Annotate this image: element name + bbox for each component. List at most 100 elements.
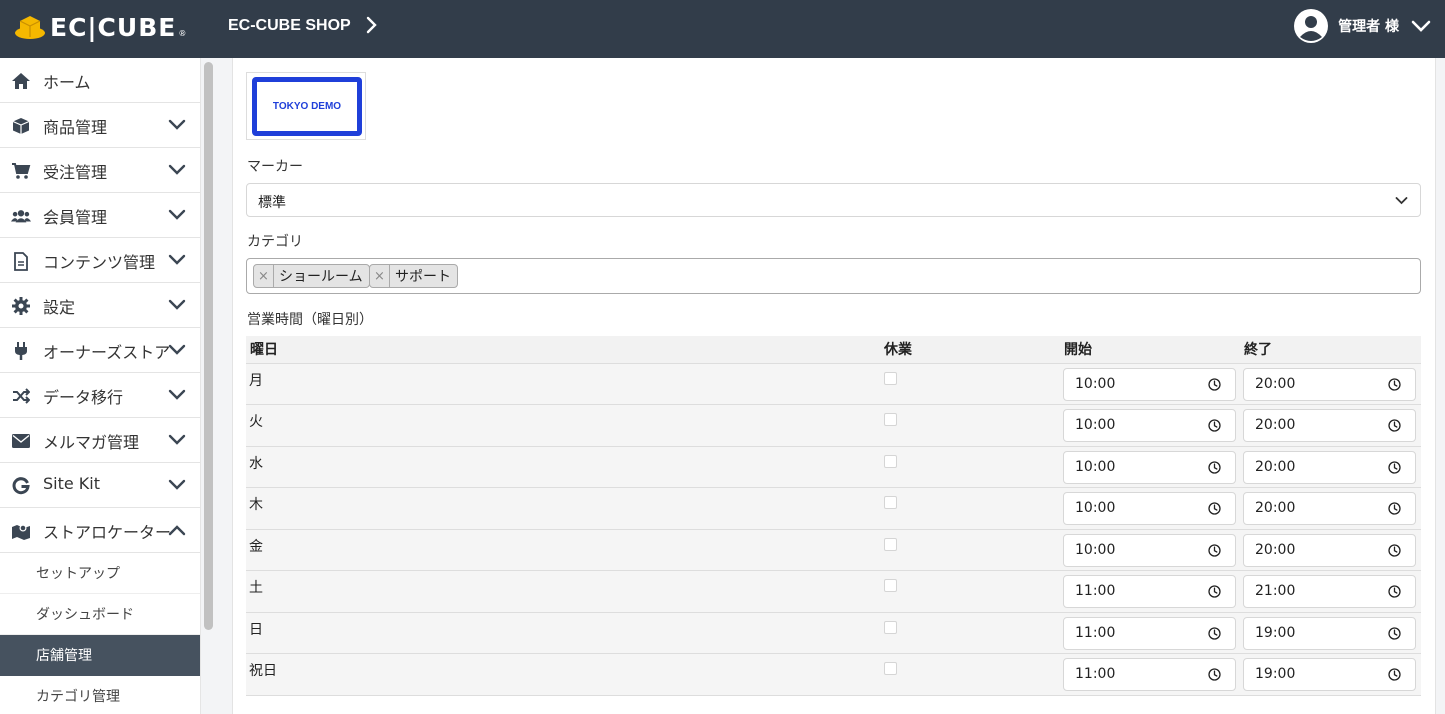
shop-name-link[interactable]: EC-CUBE SHOP [228, 17, 351, 35]
end-time-value: 20:00 [1255, 375, 1296, 392]
start-time-value: 11:00 [1075, 583, 1116, 599]
tag-remove-icon[interactable]: × [370, 265, 390, 287]
column-header-end: 終了 [1240, 336, 1421, 364]
end-time-value: 20:00 [1255, 417, 1296, 433]
day-cell: 水 [246, 446, 880, 488]
sidebar-item-home[interactable]: ホーム [0, 58, 200, 103]
start-time-input[interactable]: 11:00 [1063, 575, 1236, 608]
sidebar-item-data-migration[interactable]: データ移行 [0, 373, 200, 418]
day-cell: 祝日 [246, 653, 880, 696]
sidebar-scrollbar-thumb[interactable] [204, 62, 213, 630]
column-header-start: 開始 [1060, 336, 1240, 364]
closed-checkbox[interactable] [884, 496, 897, 509]
start-time-input[interactable]: 10:00 [1063, 409, 1236, 442]
sidebar-item-site-kit[interactable]: Site Kit [0, 463, 200, 508]
closed-checkbox[interactable] [884, 662, 897, 675]
end-time-value: 20:00 [1255, 541, 1296, 558]
sidebar-nav: ホーム 商品管理 受注管理 会員管理 コンテンツ管理 設定 オーナーズストア デ… [0, 58, 201, 714]
marker-select[interactable]: 標準 [246, 183, 1421, 217]
closed-checkbox[interactable] [884, 371, 897, 385]
sidebar-subitem-setup[interactable]: セットアップ [0, 553, 200, 594]
table-row: 祝日 11:00 19:00 [246, 653, 1421, 696]
start-time-input[interactable]: 11:00 [1063, 658, 1236, 691]
closed-cell [880, 529, 1060, 571]
sidebar-item-label: 会員管理 [43, 208, 108, 227]
sidebar-item-products[interactable]: 商品管理 [0, 103, 200, 148]
end-time-input[interactable]: 20:00 [1243, 533, 1416, 567]
start-time-value: 10:00 [1075, 417, 1116, 433]
start-time-input[interactable]: 10:00 [1063, 367, 1236, 401]
end-time-input[interactable]: 21:00 [1243, 575, 1416, 608]
chevron-down-icon [168, 389, 186, 400]
chevron-down-icon [168, 254, 186, 265]
end-cell: 19:00 [1240, 612, 1421, 654]
day-cell: 日 [246, 612, 880, 654]
sidebar-item-members[interactable]: 会員管理 [0, 193, 200, 238]
start-time-input[interactable]: 10:00 [1063, 533, 1236, 567]
end-time-value: 20:00 [1255, 500, 1296, 516]
end-time-input[interactable]: 19:00 [1243, 658, 1416, 691]
day-cell: 木 [246, 487, 880, 530]
end-time-input[interactable]: 20:00 [1243, 367, 1416, 401]
start-time-input[interactable]: 10:00 [1063, 492, 1236, 525]
category-tag: × サポート [369, 264, 458, 288]
sidebar-subitem-dashboard[interactable]: ダッシュボード [0, 594, 200, 635]
end-time-value: 21:00 [1255, 583, 1296, 599]
sidebar-item-label: Site Kit [43, 474, 101, 493]
logo-text: EC|CUBE [50, 12, 177, 42]
sidebar-item-owners-store[interactable]: オーナーズストア [0, 328, 200, 373]
sidebar-subitem-store-management[interactable]: 店舗管理 [0, 635, 200, 676]
table-row: 土 11:00 21:00 [246, 570, 1421, 613]
end-time-input[interactable]: 19:00 [1243, 616, 1416, 650]
start-time-value: 10:00 [1075, 375, 1116, 392]
clock-icon [1208, 585, 1221, 598]
store-image-text: TOKYO DEMO [272, 101, 342, 112]
start-time-input[interactable]: 10:00 [1063, 450, 1236, 484]
chevron-down-icon [168, 119, 186, 130]
clock-icon [1208, 543, 1221, 557]
table-header-row: 曜日 休業 開始 終了 [246, 336, 1421, 364]
closed-checkbox[interactable] [884, 620, 897, 634]
table-row: 水 10:00 20:00 [246, 446, 1421, 488]
end-time-input[interactable]: 20:00 [1243, 450, 1416, 484]
user-menu[interactable]: 管理者 様 [1294, 8, 1431, 44]
sidebar-item-label: 設定 [43, 298, 76, 317]
end-time-input[interactable]: 20:00 [1243, 492, 1416, 525]
closed-cell [880, 653, 1060, 696]
start-time-input[interactable]: 11:00 [1063, 616, 1236, 650]
category-tag: × ショールーム [253, 264, 370, 288]
ec-cube-logo[interactable]: EC|CUBE ® [14, 10, 186, 44]
sidebar-item-settings[interactable]: 設定 [0, 283, 200, 328]
business-hours-label: 営業時間（曜日別） [247, 312, 373, 328]
clock-icon [1388, 543, 1401, 557]
clock-icon [1208, 377, 1221, 391]
start-time-value: 10:00 [1075, 541, 1116, 558]
tag-remove-icon[interactable]: × [254, 265, 274, 287]
clock-icon [1388, 419, 1401, 432]
sidebar-item-label: データ移行 [43, 388, 124, 407]
end-cell: 19:00 [1240, 653, 1421, 696]
chevron-right-icon[interactable] [363, 14, 381, 36]
chevron-down-icon [168, 479, 186, 490]
closed-checkbox[interactable] [884, 454, 897, 468]
sidebar-item-mailmagazine[interactable]: メルマガ管理 [0, 418, 200, 463]
end-time-input[interactable]: 20:00 [1243, 409, 1416, 442]
end-cell: 20:00 [1240, 529, 1421, 571]
day-cell: 月 [246, 363, 880, 405]
clock-icon [1208, 626, 1221, 640]
chevron-down-icon [168, 299, 186, 310]
clock-icon [1208, 668, 1221, 681]
sidebar-item-store-locator[interactable]: ストアロケーター [0, 508, 200, 553]
sidebar-subitem-category-management[interactable]: カテゴリ管理 [0, 676, 200, 714]
closed-checkbox[interactable] [884, 579, 897, 592]
start-cell: 10:00 [1060, 404, 1240, 447]
sidebar-item-orders[interactable]: 受注管理 [0, 148, 200, 193]
logo-registered-mark: ® [178, 28, 187, 38]
closed-checkbox[interactable] [884, 537, 897, 551]
store-image-thumbnail[interactable]: TOKYO DEMO [246, 72, 366, 140]
sidebar-item-contents[interactable]: コンテンツ管理 [0, 238, 200, 283]
closed-checkbox[interactable] [884, 413, 897, 426]
chevron-down-icon[interactable] [1411, 18, 1431, 34]
gear-icon [12, 297, 30, 315]
category-multiselect[interactable]: × ショールーム × サポート [246, 258, 1421, 294]
